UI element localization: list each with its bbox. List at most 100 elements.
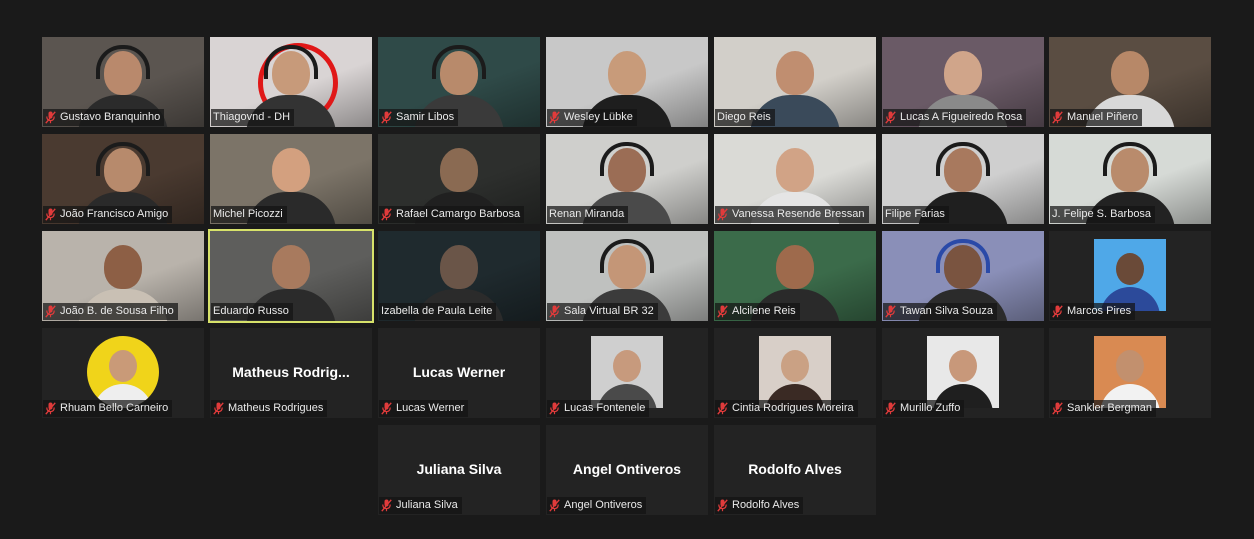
participant-name-label: Rodolfo Alves (715, 497, 804, 514)
participant-name: Manuel Piñero (1067, 111, 1138, 123)
participant-name: João B. de Sousa Filho (60, 305, 174, 317)
participant-tile[interactable]: Lucas Werner Lucas Werner (378, 328, 540, 418)
participant-name: Samir Libos (396, 111, 455, 123)
participant-name-label: J. Felipe S. Barbosa (1050, 206, 1156, 223)
participant-tile[interactable]: Wesley Lübke (546, 37, 708, 127)
participant-name: Juliana Silva (396, 499, 458, 511)
muted-mic-icon (45, 111, 56, 124)
participant-name-label: Marcos Pires (1050, 303, 1136, 320)
participant-name: Wesley Lübke (564, 111, 633, 123)
participant-tile[interactable]: Eduardo Russo (208, 229, 374, 323)
participant-name: Renan Miranda (549, 208, 625, 220)
muted-mic-icon (549, 111, 560, 124)
participant-tile[interactable]: Rhuam Bello Carneiro (42, 328, 204, 418)
participant-tile[interactable]: Vanessa Resende Bressan (714, 134, 876, 224)
participant-tile[interactable]: Izabella de Paula Leite (378, 231, 540, 321)
participant-tile[interactable]: Murillo Zuffo (882, 328, 1044, 418)
participant-name: Tawan Silva Souza (900, 305, 993, 317)
participant-name-label: Lucas Werner (379, 400, 469, 417)
participant-name-label: Diego Reis (715, 109, 775, 126)
participant-name: João Francisco Amigo (60, 208, 169, 220)
muted-mic-icon (717, 499, 728, 512)
muted-mic-icon (549, 499, 560, 512)
participant-tile[interactable]: Filipe Farias (882, 134, 1044, 224)
muted-mic-icon (1052, 402, 1063, 415)
participant-name-label: Angel Ontiveros (547, 497, 647, 514)
muted-mic-icon (381, 208, 392, 221)
participant-name-label: Samir Libos (379, 109, 459, 126)
participant-name: Murillo Zuffo (900, 402, 961, 414)
participant-name: Matheus Rodrigues (228, 402, 324, 414)
participant-tile[interactable]: Samir Libos (378, 37, 540, 127)
participant-tile[interactable]: Sankler Bergman (1049, 328, 1211, 418)
muted-mic-icon (45, 305, 56, 318)
muted-mic-icon (381, 499, 392, 512)
participant-display-name: Rodolfo Alves (748, 461, 842, 477)
participant-display-name: Juliana Silva (416, 461, 502, 477)
participant-tile[interactable]: Tawan Silva Souza (882, 231, 1044, 321)
participant-display-name: Angel Ontiveros (572, 461, 682, 477)
participant-name: Rodolfo Alves (732, 499, 800, 511)
participant-name-label: João Francisco Amigo (43, 206, 173, 223)
muted-mic-icon (381, 402, 392, 415)
participant-name: Michel Picozzi (213, 208, 283, 220)
participant-name: Cintia Rodrigues Moreira (732, 402, 854, 414)
participant-tile[interactable]: Lucas A Figueiredo Rosa (882, 37, 1044, 127)
avatar (1094, 239, 1166, 311)
participant-name: Lucas A Figueiredo Rosa (900, 111, 1023, 123)
participant-name-label: Juliana Silva (379, 497, 462, 514)
participant-name-label: Filipe Farias (883, 206, 949, 223)
participant-tile[interactable]: Gustavo Branquinho (42, 37, 204, 127)
participant-name-label: Vanessa Resende Bressan (715, 206, 869, 223)
participant-tile[interactable]: Manuel Piñero (1049, 37, 1211, 127)
participant-name-label: Manuel Piñero (1050, 109, 1142, 126)
participant-tile[interactable]: Marcos Pires (1049, 231, 1211, 321)
participant-tile[interactable]: Rafael Camargo Barbosa (378, 134, 540, 224)
participant-name: Vanessa Resende Bressan (732, 208, 865, 220)
participant-name-label: Tawan Silva Souza (883, 303, 997, 320)
participant-name-label: Eduardo Russo (211, 303, 293, 320)
participant-tile[interactable]: Cintia Rodrigues Moreira (714, 328, 876, 418)
participant-tile[interactable]: Thiagovnd - DH (210, 37, 372, 127)
participant-name: Sankler Bergman (1067, 402, 1152, 414)
participant-name: Izabella de Paula Leite (381, 305, 493, 317)
muted-mic-icon (45, 402, 56, 415)
participant-name: Sala Virtual BR 32 (564, 305, 654, 317)
participant-name-label: Michel Picozzi (211, 206, 287, 223)
muted-mic-icon (717, 402, 728, 415)
participant-tile[interactable]: Diego Reis (714, 37, 876, 127)
participant-tile[interactable]: João Francisco Amigo (42, 134, 204, 224)
participant-tile[interactable]: Sala Virtual BR 32 (546, 231, 708, 321)
muted-mic-icon (1052, 111, 1063, 124)
participant-display-name: Matheus Rodrig... (232, 364, 350, 380)
participant-name: Angel Ontiveros (564, 499, 643, 511)
participant-tile[interactable]: J. Felipe S. Barbosa (1049, 134, 1211, 224)
participant-tile[interactable]: Matheus Rodrig... Matheus Rodrigues (210, 328, 372, 418)
participant-name-label: Lucas A Figueiredo Rosa (883, 109, 1027, 126)
participant-name: Eduardo Russo (213, 305, 289, 317)
muted-mic-icon (885, 111, 896, 124)
participant-tile[interactable]: João B. de Sousa Filho (42, 231, 204, 321)
participant-tile[interactable]: Rodolfo Alves Rodolfo Alves (714, 425, 876, 515)
participant-tile[interactable]: Renan Miranda (546, 134, 708, 224)
participant-name-label: Rafael Camargo Barbosa (379, 206, 525, 223)
participant-name-label: João B. de Sousa Filho (43, 303, 178, 320)
participant-name-label: Alcilene Reis (715, 303, 800, 320)
participant-name: Alcilene Reis (732, 305, 796, 317)
participant-name: Filipe Farias (885, 208, 945, 220)
participant-name-label: Rhuam Bello Carneiro (43, 400, 173, 417)
participant-tile[interactable]: Juliana Silva Juliana Silva (378, 425, 540, 515)
muted-mic-icon (549, 402, 560, 415)
participant-tile[interactable]: Alcilene Reis (714, 231, 876, 321)
participant-tile[interactable]: Angel Ontiveros Angel Ontiveros (546, 425, 708, 515)
avatar (927, 336, 999, 408)
participant-tile[interactable]: Michel Picozzi (210, 134, 372, 224)
muted-mic-icon (885, 305, 896, 318)
participant-name-label: Wesley Lübke (547, 109, 637, 126)
avatar (759, 336, 831, 408)
participant-name: Marcos Pires (1067, 305, 1132, 317)
participant-tile[interactable]: Lucas Fontenele (546, 328, 708, 418)
participant-display-name: Lucas Werner (412, 364, 506, 380)
participant-name: Rhuam Bello Carneiro (60, 402, 169, 414)
avatar (591, 336, 663, 408)
